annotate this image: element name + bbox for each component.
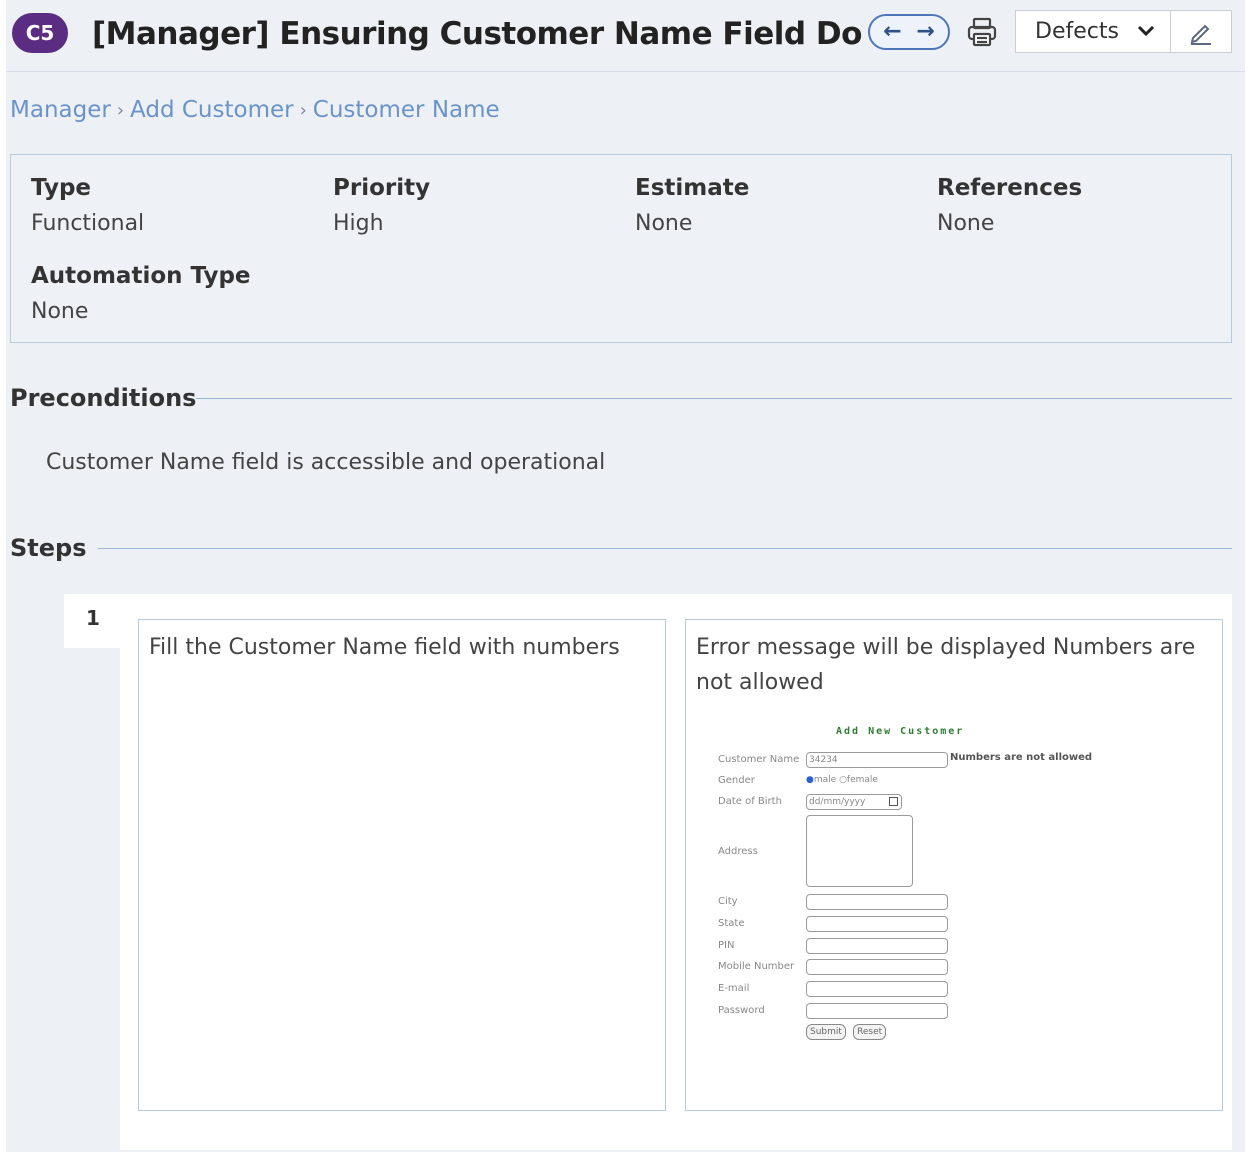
case-id-badge: C5 — [12, 13, 68, 53]
breadcrumb: Manager › Add Customer › Customer Name — [10, 94, 500, 126]
defects-label: Defects — [1035, 19, 1119, 44]
password-input — [806, 1003, 948, 1019]
state-input — [806, 916, 948, 932]
next-arrow-icon[interactable]: → — [916, 21, 934, 43]
error-message: Numbers are not allowed — [950, 752, 1093, 763]
case-properties-box: Type Functional Priority High Estimate N… — [10, 154, 1232, 343]
reset-button: Reset — [853, 1024, 887, 1040]
print-icon[interactable] — [964, 14, 1000, 50]
pencil-icon — [1190, 24, 1211, 45]
breadcrumb-separator: › — [116, 99, 125, 121]
form-label: Address — [718, 846, 758, 857]
form-label: Customer Name — [718, 754, 800, 765]
property-value: High — [333, 211, 384, 236]
defects-dropdown-button[interactable]: Defects — [1015, 10, 1171, 53]
step-number: 1 — [86, 606, 100, 630]
property-label: Priority — [333, 175, 431, 201]
property-value: None — [635, 211, 693, 236]
property-value: None — [937, 211, 995, 236]
edit-button[interactable] — [1171, 10, 1232, 53]
steps-heading: Steps — [10, 534, 87, 562]
property-estimate: Estimate None — [635, 172, 749, 240]
property-value: Functional — [31, 211, 145, 236]
form-label: City — [718, 896, 738, 907]
form-label: PIN — [718, 940, 735, 951]
preconditions-text: Customer Name field is accessible and op… — [46, 450, 606, 475]
breadcrumb-item-add-customer[interactable]: Add Customer — [130, 97, 294, 123]
prev-arrow-icon[interactable]: ← — [883, 21, 901, 43]
address-textarea — [806, 815, 913, 887]
section-divider — [98, 548, 1232, 549]
form-title: Add New Customer — [836, 726, 965, 737]
gender-radios: ●male ○female — [806, 775, 878, 785]
property-value: None — [31, 299, 89, 324]
step-number-column — [64, 648, 120, 1152]
form-label: Mobile Number — [718, 961, 795, 972]
property-references: References None — [937, 172, 1082, 240]
step-action-text: Fill the Customer Name field with number… — [149, 635, 620, 660]
dob-input: dd/mm/yyyy — [806, 794, 902, 810]
pin-input — [806, 938, 948, 954]
submit-button: Submit — [806, 1024, 846, 1040]
chevron-down-icon — [1137, 25, 1155, 37]
calendar-icon — [889, 797, 898, 806]
prev-next-nav: ← → — [868, 14, 950, 50]
form-label: Date of Birth — [718, 796, 782, 807]
form-label: State — [718, 918, 745, 929]
radio-option-female: female — [846, 775, 878, 785]
breadcrumb-separator: › — [299, 99, 307, 121]
email-input — [806, 981, 948, 997]
preconditions-heading: Preconditions — [10, 384, 197, 412]
page-title: [Manager] Ensuring Customer Name Field D… — [92, 16, 862, 52]
property-label: Automation Type — [31, 263, 251, 289]
dob-placeholder: dd/mm/yyyy — [809, 797, 866, 807]
form-label: Gender — [718, 775, 755, 786]
radio-selected-icon: ● — [806, 775, 814, 785]
form-label: E-mail — [718, 983, 750, 994]
property-type: Type Functional — [31, 172, 144, 240]
step-expected-text: Error message will be displayed Numbers … — [696, 635, 1196, 695]
customer-name-input: 34234 — [806, 752, 948, 768]
property-priority: Priority High — [333, 172, 430, 240]
radio-option-male: male — [813, 775, 837, 785]
case-header: C5 [Manager] Ensuring Customer Name Fiel… — [6, 0, 1245, 72]
step-action: Fill the Customer Name field with number… — [138, 619, 666, 1111]
form-label: Password — [718, 1005, 765, 1016]
property-automation-type: Automation Type None — [31, 260, 251, 328]
breadcrumb-item-manager[interactable]: Manager — [10, 97, 111, 123]
property-label: References — [937, 175, 1083, 201]
radio-unselected-icon: ○ — [839, 775, 847, 785]
city-input — [806, 894, 948, 910]
attachment-screenshot[interactable]: Add New Customer Customer Name 34234 Num… — [718, 722, 1118, 1052]
property-label: Estimate — [635, 175, 750, 201]
mobile-input — [806, 959, 948, 975]
property-label: Type — [31, 175, 92, 201]
breadcrumb-item-customer-name[interactable]: Customer Name — [313, 97, 500, 123]
section-divider — [196, 398, 1232, 399]
